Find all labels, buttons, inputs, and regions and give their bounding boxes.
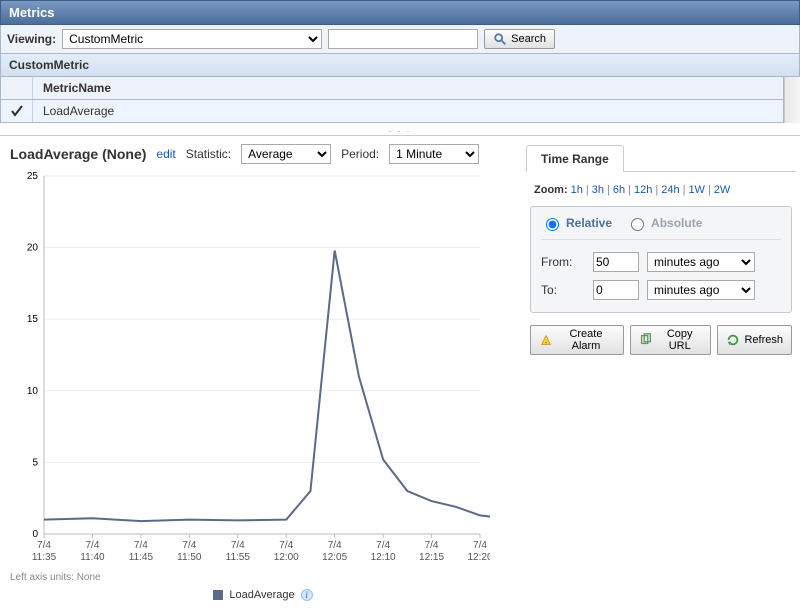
svg-text:11:45: 11:45 xyxy=(129,552,154,563)
group-header: CustomMetric xyxy=(0,54,800,77)
svg-text:7/4: 7/4 xyxy=(328,540,342,551)
axis-units-note: Left axis units: None xyxy=(10,572,516,583)
zoom-link-6h[interactable]: 6h xyxy=(613,184,625,196)
chart-legend: LoadAverage i xyxy=(10,589,516,601)
panel-header: Metrics xyxy=(0,0,800,25)
create-alarm-button[interactable]: Create Alarm xyxy=(530,325,624,355)
svg-text:7/4: 7/4 xyxy=(473,540,487,551)
range-box: Relative Absolute From: minutes ago To: … xyxy=(530,206,792,313)
svg-text:15: 15 xyxy=(27,314,39,325)
svg-text:7/4: 7/4 xyxy=(182,540,196,551)
mode-absolute[interactable]: Absolute xyxy=(626,215,702,231)
time-range-pane: Time Range Zoom: 1h|3h|6h|12h|24h|1W|2W … xyxy=(526,144,796,601)
svg-text:7/4: 7/4 xyxy=(231,540,245,551)
chart-pane: LoadAverage (None) edit Statistic: Avera… xyxy=(10,142,516,601)
statistic-label: Statistic: xyxy=(186,147,231,161)
legend-label: LoadAverage xyxy=(229,589,294,601)
zoom-row: Zoom: 1h|3h|6h|12h|24h|1W|2W xyxy=(530,180,792,206)
zoom-link-1W[interactable]: 1W xyxy=(688,184,705,196)
zoom-link-12h[interactable]: 12h xyxy=(634,184,652,196)
zoom-link-3h[interactable]: 3h xyxy=(592,184,604,196)
period-label: Period: xyxy=(341,147,379,161)
svg-text:5: 5 xyxy=(32,457,38,468)
alarm-icon xyxy=(539,333,553,347)
svg-text:11:35: 11:35 xyxy=(32,552,57,563)
legend-swatch xyxy=(213,590,223,600)
svg-text:12:05: 12:05 xyxy=(322,552,347,563)
mode-absolute-radio[interactable] xyxy=(631,218,644,231)
copy-url-button[interactable]: Copy URL xyxy=(630,325,712,355)
from-input[interactable] xyxy=(593,252,639,272)
tab-time-range[interactable]: Time Range xyxy=(526,145,624,172)
search-button-label: Search xyxy=(511,33,546,45)
svg-text:10: 10 xyxy=(27,386,39,397)
svg-text:11:50: 11:50 xyxy=(177,552,202,563)
svg-text:0: 0 xyxy=(32,529,38,540)
column-header-check xyxy=(1,77,33,99)
viewing-select[interactable]: CustomMetric xyxy=(62,29,322,49)
svg-text:12:15: 12:15 xyxy=(419,552,444,563)
copy-icon xyxy=(639,333,653,347)
edit-link[interactable]: edit xyxy=(156,147,175,161)
zoom-link-2W[interactable]: 2W xyxy=(714,184,731,196)
svg-text:7/4: 7/4 xyxy=(134,540,148,551)
vertical-scrollbar[interactable] xyxy=(784,77,800,123)
svg-text:7/4: 7/4 xyxy=(425,540,439,551)
row-name: LoadAverage xyxy=(33,100,783,122)
svg-text:25: 25 xyxy=(27,171,39,182)
svg-text:11:40: 11:40 xyxy=(80,552,105,563)
to-input[interactable] xyxy=(593,280,639,300)
svg-text:7/4: 7/4 xyxy=(279,540,293,551)
search-icon xyxy=(493,32,507,46)
mode-relative[interactable]: Relative xyxy=(541,215,612,231)
refresh-icon xyxy=(726,333,740,347)
search-button[interactable]: Search xyxy=(484,29,555,49)
svg-text:20: 20 xyxy=(27,243,39,254)
search-input[interactable] xyxy=(328,29,478,49)
to-unit-select[interactable]: minutes ago xyxy=(647,280,755,300)
zoom-link-1h[interactable]: 1h xyxy=(571,184,583,196)
table-header-row: MetricName xyxy=(0,77,784,100)
statistic-select[interactable]: Average xyxy=(241,144,331,164)
svg-text:12:00: 12:00 xyxy=(274,552,299,563)
refresh-button[interactable]: Refresh xyxy=(717,325,792,355)
period-select[interactable]: 1 Minute xyxy=(389,144,479,164)
table-row[interactable]: LoadAverage xyxy=(0,100,784,123)
svg-text:7/4: 7/4 xyxy=(37,540,51,551)
check-icon xyxy=(11,105,23,117)
panel-title: Metrics xyxy=(9,5,55,20)
viewing-label: Viewing: xyxy=(7,32,56,46)
zoom-label: Zoom: xyxy=(534,184,568,196)
svg-text:7/4: 7/4 xyxy=(376,540,390,551)
svg-text:11:55: 11:55 xyxy=(226,552,251,563)
toolbar: Viewing: CustomMetric Search xyxy=(0,25,800,54)
info-icon[interactable]: i xyxy=(301,589,313,601)
from-unit-select[interactable]: minutes ago xyxy=(647,252,755,272)
chart-title: LoadAverage (None) xyxy=(10,146,146,162)
row-check-cell[interactable] xyxy=(1,100,33,122)
mode-relative-radio[interactable] xyxy=(546,218,559,231)
chart: 05101520257/411:357/411:407/411:457/411:… xyxy=(10,170,490,570)
splitter[interactable]: . . . xyxy=(0,123,800,136)
svg-text:12:20: 12:20 xyxy=(467,552,490,563)
svg-text:7/4: 7/4 xyxy=(85,540,99,551)
from-label: From: xyxy=(541,255,585,269)
svg-text:12:10: 12:10 xyxy=(371,552,396,563)
zoom-link-24h[interactable]: 24h xyxy=(661,184,679,196)
to-label: To: xyxy=(541,283,585,297)
column-header-name[interactable]: MetricName xyxy=(33,77,783,99)
